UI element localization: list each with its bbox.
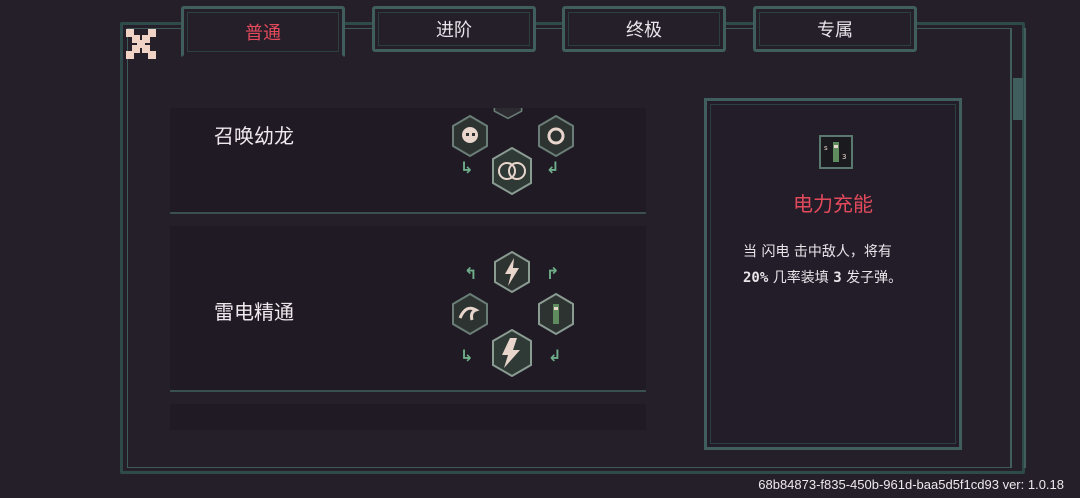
tab-exclusive-label: 专属: [817, 20, 853, 41]
storm-icon: [452, 292, 488, 336]
detail-chance: 20%: [743, 270, 769, 286]
skill-name: 雷电精通: [214, 300, 294, 324]
skill-combo: ↳ ↲: [450, 108, 580, 218]
detail-count: 3: [833, 270, 842, 286]
tab-normal[interactable]: 普通: [181, 6, 345, 58]
lightning-icon: [494, 250, 530, 294]
skill-detail-panel: s3 电力充能 当 闪电 击中敌人，将有 20% 几率装填 3 发子弹。: [704, 98, 962, 450]
svg-text:3: 3: [842, 153, 846, 161]
skill-card-next[interactable]: [170, 404, 646, 430]
tab-normal-label: 普通: [245, 23, 281, 44]
tab-ultimate[interactable]: 终极: [562, 6, 726, 52]
arrow-icon: ↳: [460, 346, 474, 365]
arrow-icon: ↲: [546, 158, 560, 177]
tab-advanced[interactable]: 进阶: [372, 6, 536, 52]
dragon-top-icon: [493, 108, 523, 120]
detail-description: 当 闪电 击中敌人，将有 20% 几率装填 3 发子弹。: [743, 239, 933, 291]
svg-text:s: s: [824, 144, 828, 152]
skill-combo: ↰ ↱ ↳ ↲: [450, 250, 580, 380]
build-version: 68b84873-f835-450b-961d-baa5d5f1cd93 ver…: [758, 477, 1064, 492]
tab-exclusive[interactable]: 专属: [753, 6, 917, 52]
dragon-eye-icon: [538, 114, 574, 158]
power-charge-icon: s3: [819, 135, 853, 169]
skill-list[interactable]: 召唤幼龙 ↳ ↲ 雷电精通 ↰ ↱ ↳ ↲: [170, 108, 646, 430]
close-icon[interactable]: [124, 27, 158, 61]
skill-name: 召唤幼龙: [214, 124, 294, 148]
tab-ultimate-label: 终极: [626, 20, 662, 41]
skill-card-summon-dragon[interactable]: 召唤幼龙 ↳ ↲: [170, 108, 646, 214]
detail-title: 电力充能: [793, 192, 873, 216]
scrollbar-thumb[interactable]: [1013, 78, 1023, 120]
detail-desc-part3: 发子弹。: [841, 270, 903, 286]
arrow-icon: ↳: [460, 158, 474, 177]
power-charge-icon: [538, 292, 574, 336]
tab-advanced-label: 进阶: [436, 20, 472, 41]
arrow-icon: ↱: [546, 264, 560, 283]
detail-desc-part2: 几率装填: [768, 270, 834, 286]
arrow-icon: ↲: [548, 346, 562, 365]
summon-dragon-icon: [492, 146, 532, 196]
arrow-icon: ↰: [464, 264, 478, 283]
detail-desc-part1: 当 闪电 击中敌人，将有: [743, 244, 892, 260]
dragon-skull-icon: [452, 114, 488, 158]
skill-card-thunder-mastery[interactable]: 雷电精通 ↰ ↱ ↳ ↲: [170, 226, 646, 392]
thunder-mastery-icon: [492, 328, 532, 378]
